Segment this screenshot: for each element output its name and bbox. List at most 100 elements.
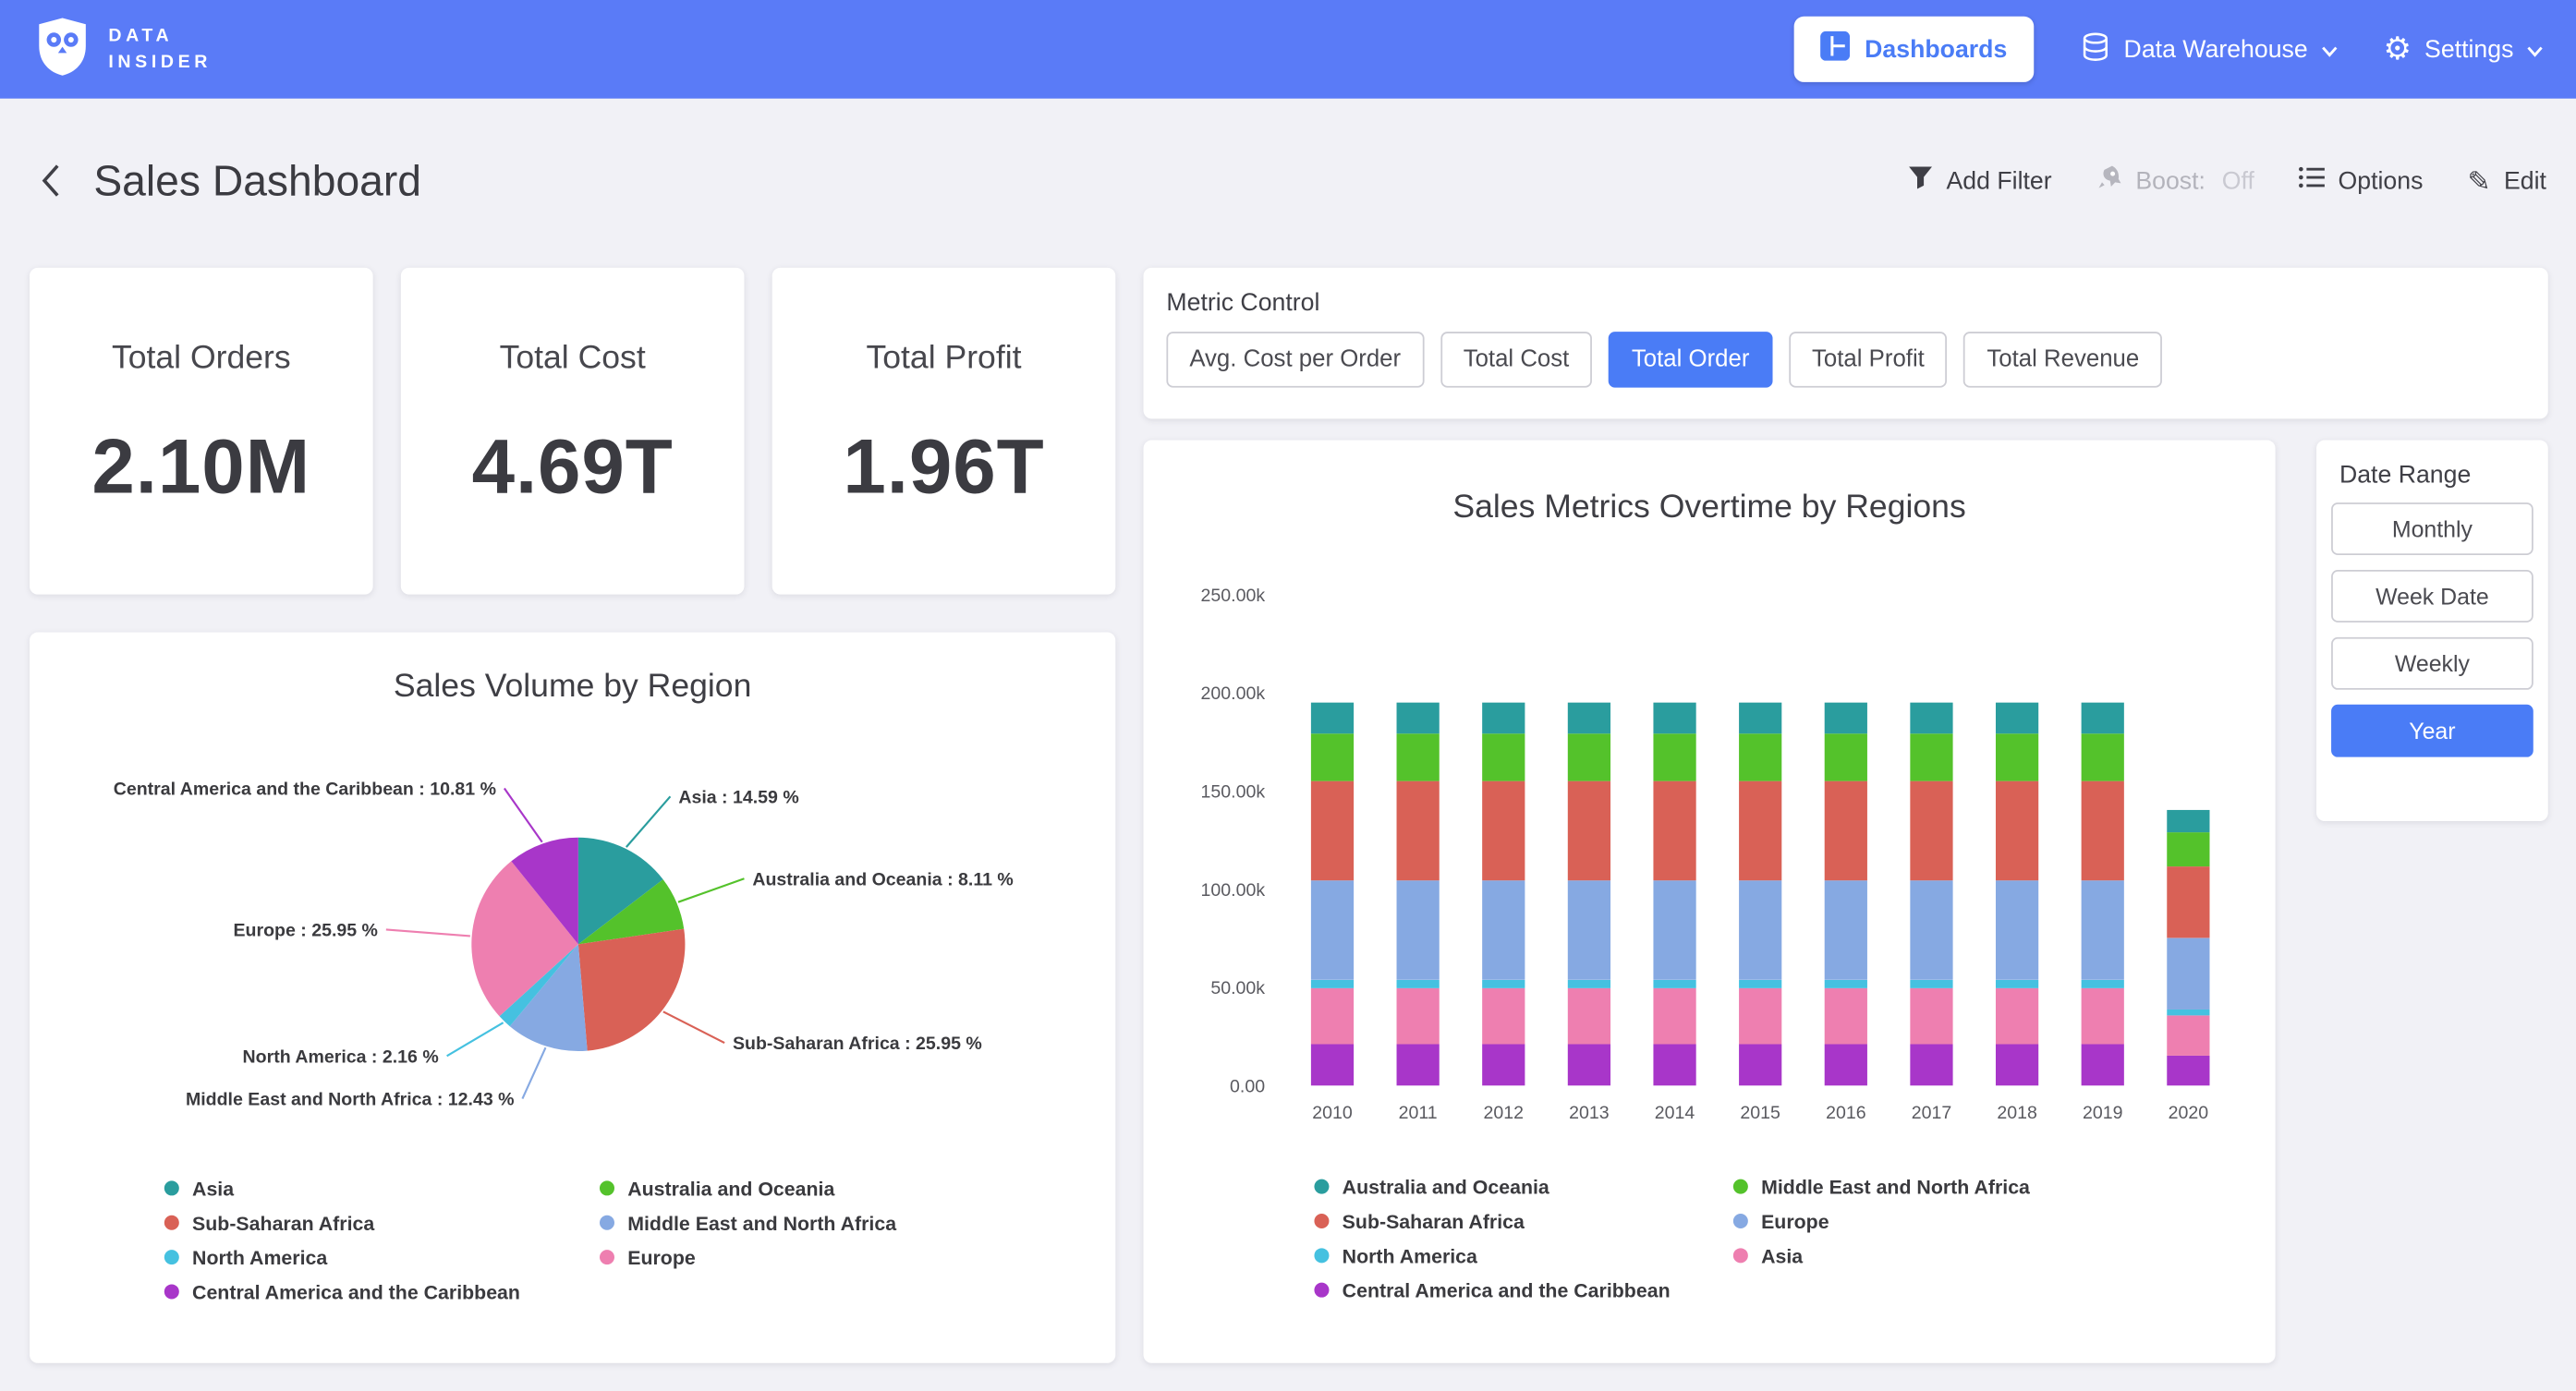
legend-item-europe[interactable]: Europe: [600, 1240, 1035, 1274]
bar-segment-middle-east-and-north-africa-2013[interactable]: [1568, 733, 1610, 780]
bar-segment-australia-and-oceania-2013[interactable]: [1568, 703, 1610, 734]
bar-segment-europe-2015[interactable]: [1739, 880, 1781, 980]
date-range-option-weekly[interactable]: Weekly: [2331, 637, 2533, 690]
bar-segment-central-america-and-the-caribbean-2015[interactable]: [1739, 1044, 1781, 1085]
bar-segment-north-america-2014[interactable]: [1653, 980, 1695, 988]
bar-segment-australia-and-oceania-2020[interactable]: [2167, 810, 2209, 832]
bar-segment-sub-saharan-africa-2010[interactable]: [1311, 781, 1354, 881]
bar-segment-asia-2017[interactable]: [1910, 988, 1952, 1045]
bar-segment-sub-saharan-africa-2011[interactable]: [1397, 781, 1440, 881]
pie-slice-sub-saharan-africa[interactable]: [578, 929, 686, 1051]
bar-segment-central-america-and-the-caribbean-2020[interactable]: [2167, 1056, 2209, 1085]
bar-segment-europe-2017[interactable]: [1910, 880, 1952, 980]
boost-toggle[interactable]: Boost: Off: [2096, 164, 2254, 198]
bar-segment-europe-2020[interactable]: [2167, 938, 2209, 1010]
bar-segment-asia-2020[interactable]: [2167, 1015, 2209, 1056]
bar-segment-central-america-and-the-caribbean-2019[interactable]: [2082, 1044, 2124, 1085]
nav-settings-button[interactable]: ⚙ Settings: [2384, 33, 2544, 65]
bar-segment-australia-and-oceania-2016[interactable]: [1825, 703, 1867, 734]
bar-segment-middle-east-and-north-africa-2017[interactable]: [1910, 733, 1952, 780]
legend-item-sub-saharan-africa[interactable]: Sub-Saharan Africa: [164, 1205, 600, 1240]
legend-item-asia[interactable]: Asia: [164, 1171, 600, 1205]
bar-segment-middle-east-and-north-africa-2016[interactable]: [1825, 733, 1867, 780]
metric-option-total-profit[interactable]: Total Profit: [1789, 332, 1948, 387]
bar-segment-europe-2019[interactable]: [2082, 880, 2124, 980]
bar-segment-central-america-and-the-caribbean-2012[interactable]: [1482, 1044, 1525, 1085]
date-range-option-monthly[interactable]: Monthly: [2331, 502, 2533, 555]
bar-segment-central-america-and-the-caribbean-2010[interactable]: [1311, 1044, 1354, 1085]
legend-item-north-america[interactable]: North America: [1314, 1239, 1732, 1273]
bar-segment-australia-and-oceania-2018[interactable]: [1996, 703, 2038, 734]
bar-segment-asia-2015[interactable]: [1739, 988, 1781, 1045]
bar-segment-sub-saharan-africa-2013[interactable]: [1568, 781, 1610, 881]
legend-item-asia[interactable]: Asia: [1733, 1239, 2152, 1273]
bar-segment-sub-saharan-africa-2014[interactable]: [1653, 781, 1695, 881]
bar-segment-europe-2016[interactable]: [1825, 880, 1867, 980]
metric-option-total-order[interactable]: Total Order: [1609, 332, 1772, 387]
bar-segment-asia-2014[interactable]: [1653, 988, 1695, 1045]
date-range-option-year[interactable]: Year: [2331, 705, 2533, 757]
legend-item-middle-east-and-north-africa[interactable]: Middle East and North Africa: [1733, 1169, 2152, 1204]
legend-item-sub-saharan-africa[interactable]: Sub-Saharan Africa: [1314, 1204, 1732, 1238]
brand[interactable]: DATA INSIDER: [33, 14, 213, 84]
bar-segment-central-america-and-the-caribbean-2017[interactable]: [1910, 1044, 1952, 1085]
edit-button[interactable]: ✎ Edit: [2467, 166, 2546, 194]
bar-segment-middle-east-and-north-africa-2019[interactable]: [2082, 733, 2124, 780]
bar-segment-asia-2018[interactable]: [1996, 988, 2038, 1045]
bar-segment-asia-2012[interactable]: [1482, 988, 1525, 1045]
bar-segment-sub-saharan-africa-2015[interactable]: [1739, 781, 1781, 881]
back-button[interactable]: [33, 156, 67, 205]
legend-item-north-america[interactable]: North America: [164, 1240, 600, 1274]
bar-segment-north-america-2017[interactable]: [1910, 980, 1952, 988]
bar-segment-north-america-2011[interactable]: [1397, 980, 1440, 988]
bar-segment-sub-saharan-africa-2012[interactable]: [1482, 781, 1525, 881]
bar-segment-middle-east-and-north-africa-2012[interactable]: [1482, 733, 1525, 780]
legend-item-australia-and-oceania[interactable]: Australia and Oceania: [1314, 1169, 1732, 1204]
bar-segment-sub-saharan-africa-2019[interactable]: [2082, 781, 2124, 881]
bar-segment-asia-2013[interactable]: [1568, 988, 1610, 1045]
bar-segment-australia-and-oceania-2010[interactable]: [1311, 703, 1354, 734]
bar-segment-middle-east-and-north-africa-2018[interactable]: [1996, 733, 2038, 780]
bar-segment-central-america-and-the-caribbean-2014[interactable]: [1653, 1044, 1695, 1085]
bar-segment-north-america-2010[interactable]: [1311, 980, 1354, 988]
bar-segment-asia-2019[interactable]: [2082, 988, 2124, 1045]
bar-segment-central-america-and-the-caribbean-2011[interactable]: [1397, 1044, 1440, 1085]
bar-segment-middle-east-and-north-africa-2014[interactable]: [1653, 733, 1695, 780]
bar-segment-asia-2011[interactable]: [1397, 988, 1440, 1045]
bar-segment-central-america-and-the-caribbean-2018[interactable]: [1996, 1044, 2038, 1085]
bar-segment-australia-and-oceania-2019[interactable]: [2082, 703, 2124, 734]
bar-segment-australia-and-oceania-2012[interactable]: [1482, 703, 1525, 734]
legend-item-australia-and-oceania[interactable]: Australia and Oceania: [600, 1171, 1035, 1205]
nav-data-warehouse-button[interactable]: Data Warehouse: [2080, 30, 2338, 68]
options-button[interactable]: Options: [2299, 166, 2424, 196]
legend-item-central-america-and-the-caribbean[interactable]: Central America and the Caribbean: [164, 1275, 600, 1309]
bar-segment-sub-saharan-africa-2016[interactable]: [1825, 781, 1867, 881]
bar-segment-north-america-2012[interactable]: [1482, 980, 1525, 988]
add-filter-button[interactable]: Add Filter: [1907, 164, 2052, 198]
bar-segment-sub-saharan-africa-2018[interactable]: [1996, 781, 2038, 881]
bar-segment-europe-2014[interactable]: [1653, 880, 1695, 980]
bar-segment-australia-and-oceania-2017[interactable]: [1910, 703, 1952, 734]
bar-segment-middle-east-and-north-africa-2020[interactable]: [2167, 832, 2209, 866]
bar-segment-middle-east-and-north-africa-2015[interactable]: [1739, 733, 1781, 780]
bar-segment-europe-2012[interactable]: [1482, 880, 1525, 980]
bar-segment-central-america-and-the-caribbean-2016[interactable]: [1825, 1044, 1867, 1085]
date-range-option-week-date[interactable]: Week Date: [2331, 570, 2533, 623]
bar-segment-australia-and-oceania-2014[interactable]: [1653, 703, 1695, 734]
bar-segment-europe-2010[interactable]: [1311, 880, 1354, 980]
bar-segment-sub-saharan-africa-2020[interactable]: [2167, 866, 2209, 937]
bar-segment-europe-2011[interactable]: [1397, 880, 1440, 980]
metric-option-avg-cost-per-order[interactable]: Avg. Cost per Order: [1166, 332, 1424, 387]
metric-option-total-cost[interactable]: Total Cost: [1440, 332, 1592, 387]
metric-option-total-revenue[interactable]: Total Revenue: [1964, 332, 2163, 387]
bar-segment-europe-2018[interactable]: [1996, 880, 2038, 980]
bar-segment-north-america-2018[interactable]: [1996, 980, 2038, 988]
bar-segment-asia-2010[interactable]: [1311, 988, 1354, 1045]
bar-segment-europe-2013[interactable]: [1568, 880, 1610, 980]
legend-item-central-america-and-the-caribbean[interactable]: Central America and the Caribbean: [1314, 1273, 1732, 1307]
legend-item-europe[interactable]: Europe: [1733, 1204, 2152, 1238]
bar-segment-sub-saharan-africa-2017[interactable]: [1910, 781, 1952, 881]
nav-dashboards-button[interactable]: Dashboards: [1794, 17, 2034, 82]
bar-segment-middle-east-and-north-africa-2010[interactable]: [1311, 733, 1354, 780]
legend-item-middle-east-and-north-africa[interactable]: Middle East and North Africa: [600, 1205, 1035, 1240]
